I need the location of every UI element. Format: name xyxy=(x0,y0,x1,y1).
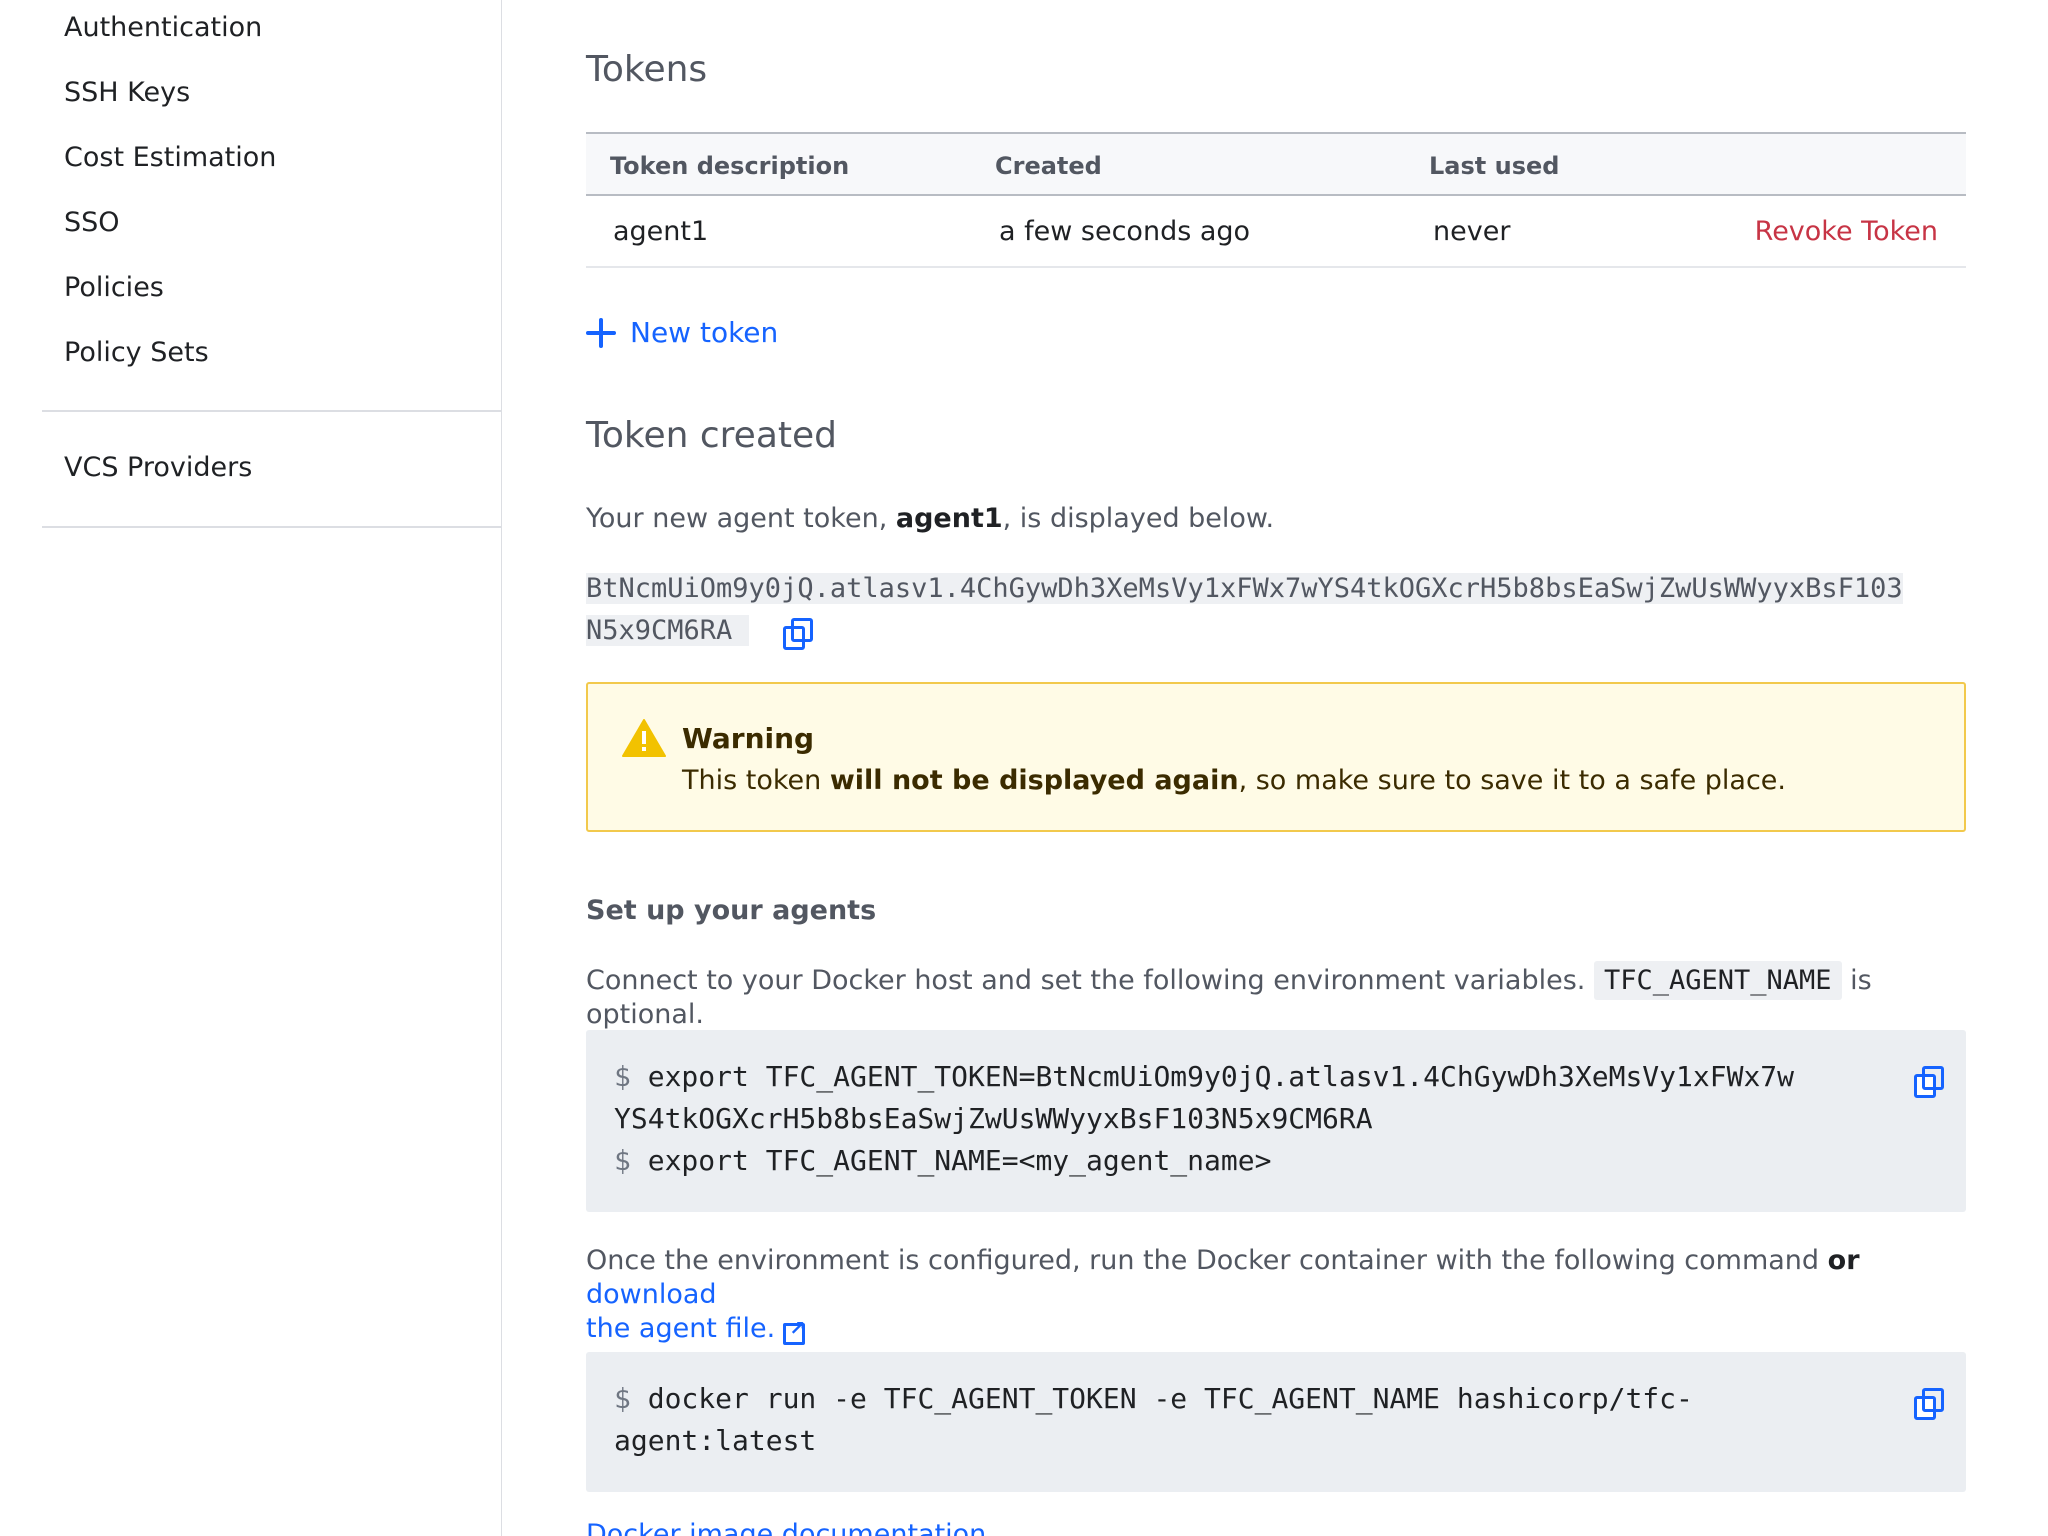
copy-icon[interactable] xyxy=(1912,1066,1944,1098)
table-row: agent1 a few seconds ago never Revoke To… xyxy=(586,196,1966,268)
settings-sidebar: Authentication SSH Keys Cost Estimation … xyxy=(0,0,502,1536)
tokens-title: Tokens xyxy=(586,49,708,90)
token-last-used: never xyxy=(1433,216,1511,247)
code-line: docker run -e TFC_AGENT_TOKEN -e TFC_AGE… xyxy=(647,1382,1693,1415)
sidebar-divider xyxy=(42,526,502,528)
warning-text: This token will not be displayed again, … xyxy=(682,764,1786,798)
token-text-line-2: N5x9CM6RA xyxy=(586,615,733,646)
setup-env-text: Connect to your Docker host and set the … xyxy=(586,961,1966,1032)
token-created-intro: Your new agent token, agent1, is display… xyxy=(586,502,1274,536)
warning-alert: Warning This token will not be displayed… xyxy=(586,682,1966,832)
warning-text-end: , so make sure to save it to a safe plac… xyxy=(1238,765,1787,796)
sidebar-item-policy-sets[interactable]: Policy Sets xyxy=(64,337,209,369)
sidebar-item-ssh-keys[interactable]: SSH Keys xyxy=(64,77,190,109)
code-line: YS4tkOGXcrH5b8bsEaSwjZwUsWWyyxBsF103N5x9… xyxy=(614,1102,1373,1135)
copy-icon[interactable] xyxy=(781,617,814,650)
code-line: export TFC_AGENT_NAME=<my_agent_name> xyxy=(647,1144,1272,1177)
env-code-lines: $ export TFC_AGENT_TOKEN=BtNcmUiOm9y0jQ.… xyxy=(614,1056,1794,1182)
env-var-code: TFC_AGENT_NAME xyxy=(1593,961,1842,1000)
token-line-2: N5x9CM6RA xyxy=(586,610,1966,652)
token-text-line-1: BtNcmUiOm9y0jQ.atlasv1.4ChGywDh3XeMsVy1x… xyxy=(586,573,1903,604)
token-line-1: BtNcmUiOm9y0jQ.atlasv1.4ChGywDh3XeMsVy1x… xyxy=(586,568,1966,610)
plus-icon xyxy=(586,318,616,348)
docker-code-block: $ docker run -e TFC_AGENT_TOKEN -e TFC_A… xyxy=(586,1352,1966,1492)
column-header-last-used: Last used xyxy=(1429,152,1560,180)
new-token-label: New token xyxy=(630,316,779,349)
token-created-title: Token created xyxy=(586,415,837,456)
table-header: Token description Created Last used xyxy=(586,132,1966,196)
download-link[interactable]: download xyxy=(586,1279,717,1310)
sidebar-item-vcs-providers[interactable]: VCS Providers xyxy=(64,452,252,484)
agent-file-link[interactable]: the agent file. xyxy=(586,1313,775,1344)
column-header-description: Token description xyxy=(610,152,850,180)
sidebar-divider xyxy=(42,410,502,412)
token-value: BtNcmUiOm9y0jQ.atlasv1.4ChGywDh3XeMsVy1x… xyxy=(586,568,1966,652)
warning-text-bold: will not be displayed again xyxy=(829,765,1239,796)
code-line: agent:latest xyxy=(614,1424,817,1457)
env-text: Connect to your Docker host and set the … xyxy=(586,965,1586,996)
new-token-button[interactable]: New token xyxy=(586,316,778,350)
token-created: a few seconds ago xyxy=(999,216,1251,247)
external-link-icon[interactable] xyxy=(783,1311,806,1345)
setup-title: Set up your agents xyxy=(586,895,877,926)
intro-text-end: , is displayed below. xyxy=(1002,503,1275,534)
run-text: Once the environment is configured, run … xyxy=(586,1245,1828,1276)
prompt: $ xyxy=(614,1382,631,1415)
sidebar-item-sso[interactable]: SSO xyxy=(64,207,120,239)
warning-text-start: This token xyxy=(682,765,830,796)
sidebar-item-authentication[interactable]: Authentication xyxy=(64,12,262,44)
sidebar-item-policies[interactable]: Policies xyxy=(64,272,164,304)
run-instructions: Once the environment is configured, run … xyxy=(586,1244,1966,1346)
run-or: or xyxy=(1827,1245,1860,1276)
code-line: export TFC_AGENT_TOKEN=BtNcmUiOm9y0jQ.at… xyxy=(647,1060,1795,1093)
sidebar-item-cost-estimation[interactable]: Cost Estimation xyxy=(64,142,276,174)
column-header-created: Created xyxy=(995,152,1102,180)
env-code-block: $ export TFC_AGENT_TOKEN=BtNcmUiOm9y0jQ.… xyxy=(586,1030,1966,1212)
prompt: $ xyxy=(614,1060,631,1093)
intro-token-name: agent1 xyxy=(895,503,1003,534)
token-description: agent1 xyxy=(613,216,709,247)
warning-icon xyxy=(622,719,666,757)
docker-code-lines: $ docker run -e TFC_AGENT_TOKEN -e TFC_A… xyxy=(614,1378,1693,1462)
prompt: $ xyxy=(614,1144,631,1177)
intro-text: Your new agent token, xyxy=(586,503,896,534)
revoke-token-button[interactable]: Revoke Token xyxy=(1755,216,1938,248)
docker-docs-link[interactable]: Docker image documentation xyxy=(586,1518,986,1536)
copy-icon[interactable] xyxy=(1912,1388,1944,1420)
warning-title: Warning xyxy=(682,722,815,755)
